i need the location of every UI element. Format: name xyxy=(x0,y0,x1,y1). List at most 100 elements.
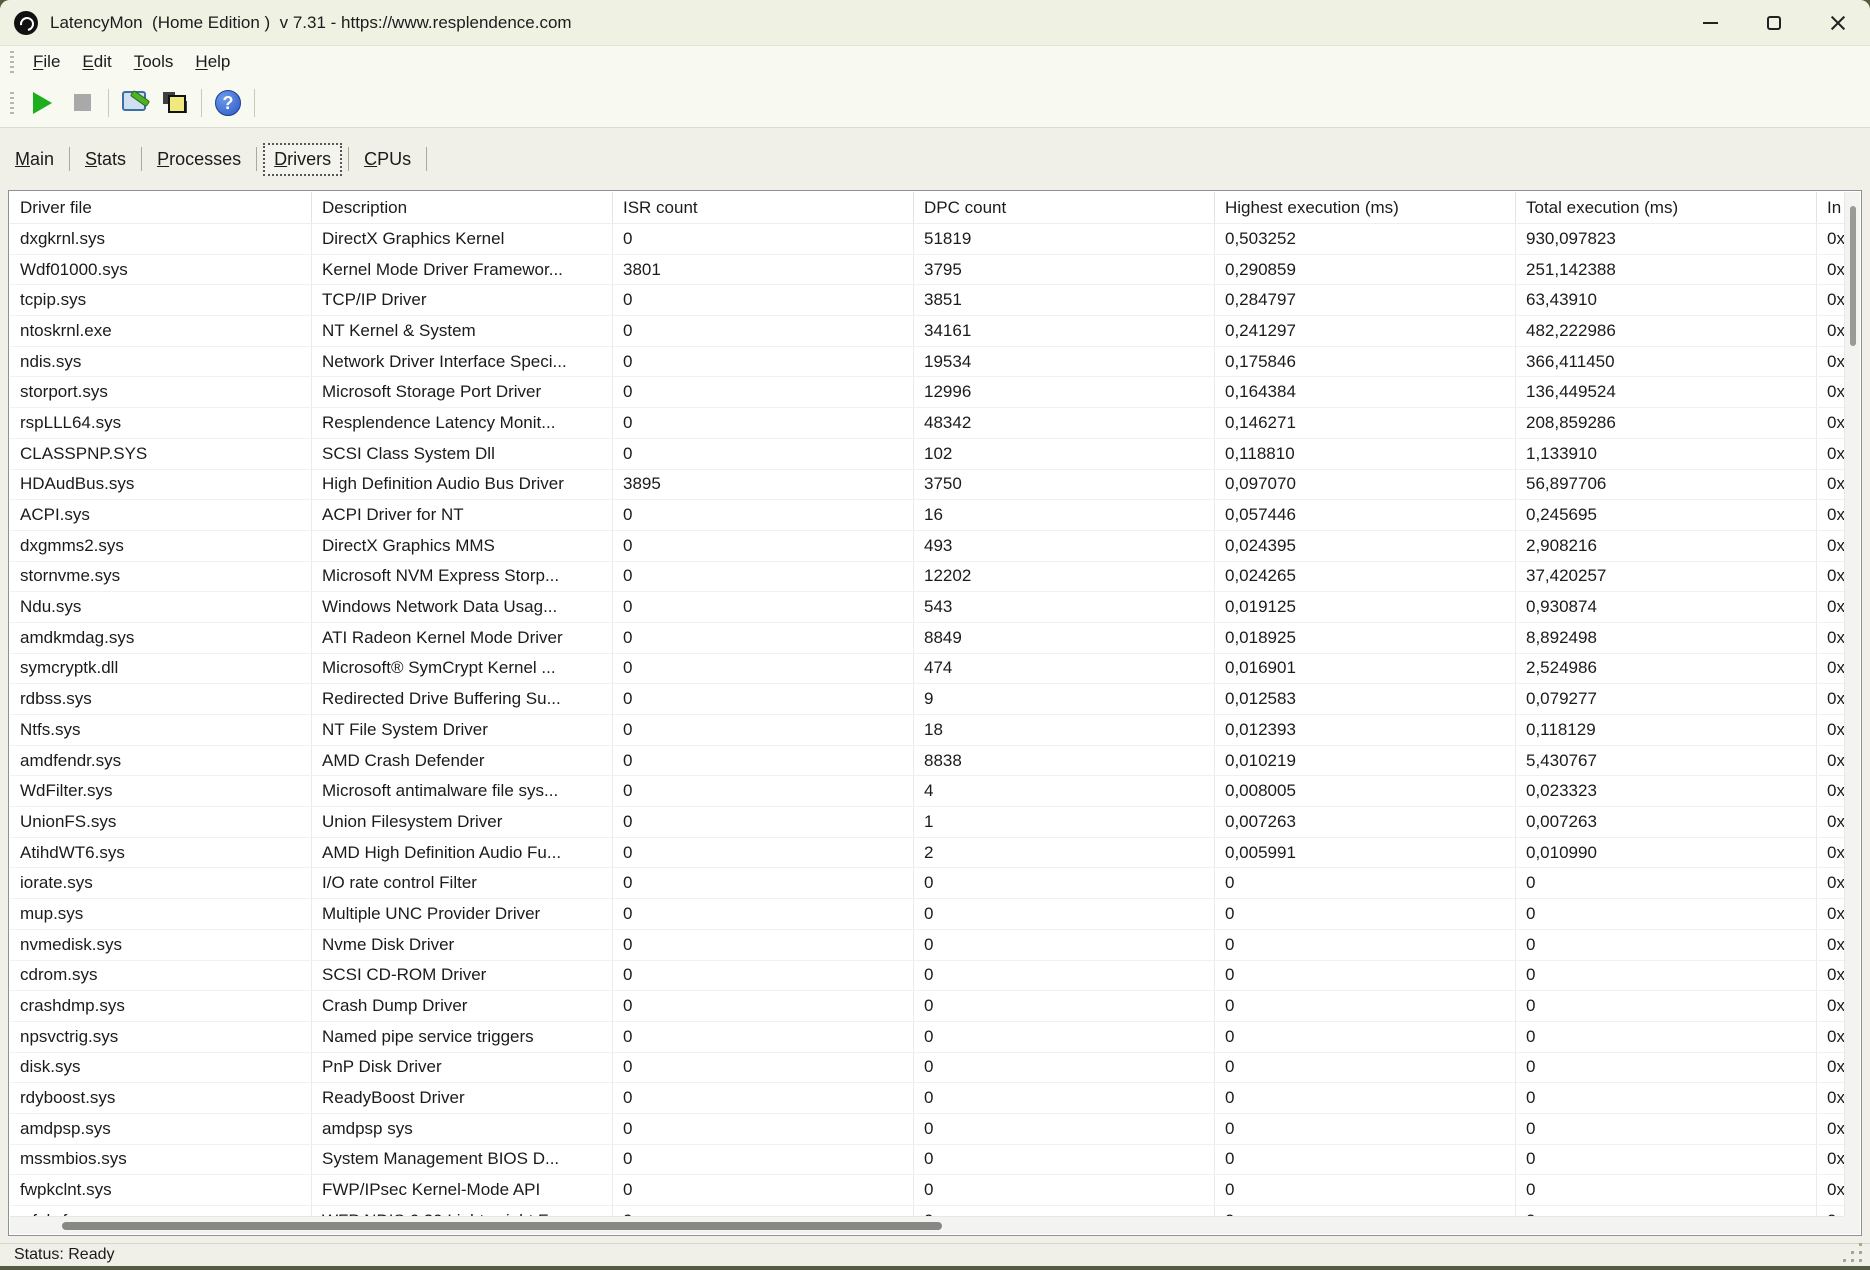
cell-highest-execution-ms: 0,024395 xyxy=(1215,530,1516,561)
cell-dpc-count: 0 xyxy=(914,1113,1215,1144)
cell-driver-file: iorate.sys xyxy=(10,868,312,899)
horizontal-scrollbar[interactable] xyxy=(10,1216,1844,1234)
cell-description: DirectX Graphics Kernel xyxy=(312,224,613,254)
cell-description: Kernel Mode Driver Framewor... xyxy=(312,254,613,285)
menu-help[interactable]: Help xyxy=(184,52,241,72)
cell-driver-file: cdrom.sys xyxy=(10,960,312,991)
options-button[interactable] xyxy=(115,84,155,122)
tab-drivers[interactable]: Drivers xyxy=(263,142,343,176)
cell-total-execution-ms: 0,245695 xyxy=(1516,500,1817,530)
table-row[interactable]: nvmedisk.sys Nvme Disk Driver 0 0 0 0 0x xyxy=(10,929,1860,961)
minimize-icon xyxy=(1702,21,1718,24)
menu-edit[interactable]: Edit xyxy=(71,52,122,72)
table-row[interactable]: mssmbios.sys System Management BIOS D... 0… xyxy=(10,1144,1860,1176)
menu-file[interactable]: File xyxy=(22,52,71,72)
copy-icon xyxy=(162,90,188,116)
table-row[interactable]: rdbss.sys Redirected Drive Buffering Su..… xyxy=(10,684,1860,715)
toolbar-separator xyxy=(108,88,109,117)
table-row[interactable]: stornvme.sys Microsoft NVM Express Storp.… xyxy=(10,561,1860,593)
latencymon-window: LatencyMon (Home Edition ) v 7.31 - http… xyxy=(0,0,1870,1266)
table-row[interactable]: ACPI.sys ACPI Driver for NT 0 16 0,057446 0,2… xyxy=(10,500,1860,531)
table-row[interactable]: fwpkclnt.sys FWP/IPsec Kernel-Mode API 0 0 0… xyxy=(10,1175,1860,1206)
table-row[interactable]: HDAudBus.sys High Definition Audio Bus Dr… xyxy=(10,469,1860,501)
table-row[interactable]: storport.sys Microsoft Storage Port Drive… xyxy=(10,377,1860,409)
table-row[interactable]: Wdf01000.sys Kernel Mode Driver Framewor.… xyxy=(10,254,1860,286)
maximize-button[interactable] xyxy=(1742,0,1806,45)
table-row[interactable]: UnionFS.sys Union Filesystem Driver 0 1 0,00… xyxy=(10,807,1860,838)
menu-tools[interactable]: Tools xyxy=(123,52,185,72)
help-button[interactable]: ? xyxy=(208,84,248,122)
cell-description: Windows Network Data Usag... xyxy=(312,592,613,622)
cell-dpc-count: 12996 xyxy=(914,377,1215,408)
cell-highest-execution-ms: 0 xyxy=(1215,1113,1516,1144)
cell-description: AMD Crash Defender xyxy=(312,745,613,776)
cell-highest-execution-ms: 0 xyxy=(1215,1052,1516,1083)
status-bar: Status: Ready xyxy=(0,1243,1870,1266)
cell-isr-count: 0 xyxy=(613,561,914,592)
cell-description: NT Kernel & System xyxy=(312,316,613,346)
table-row[interactable]: iorate.sys I/O rate control Filter 0 0 0 0 0x xyxy=(10,868,1860,900)
table-row[interactable]: crashdmp.sys Crash Dump Driver 0 0 0 0 0x xyxy=(10,991,1860,1022)
table-row[interactable]: ntoskrnl.exe NT Kernel & System 0 34161 0,24… xyxy=(10,316,1860,347)
vertical-scrollbar[interactable] xyxy=(1844,192,1860,1216)
table-row[interactable]: Ndu.sys Windows Network Data Usag... 0 543 0… xyxy=(10,592,1860,623)
tab-processes[interactable]: Processes xyxy=(142,143,256,176)
cell-highest-execution-ms: 0,005991 xyxy=(1215,837,1516,868)
column-header-description[interactable]: Description xyxy=(312,192,613,223)
table-row[interactable]: ndis.sys Network Driver Interface Speci..… xyxy=(10,346,1860,378)
cell-description: AMD High Definition Audio Fu... xyxy=(312,837,613,868)
cell-dpc-count: 9 xyxy=(914,684,1215,714)
table-row[interactable]: mup.sys Multiple UNC Provider Driver 0 0 0 0 0… xyxy=(10,899,1860,930)
column-header-driver-file[interactable]: Driver file xyxy=(10,192,312,223)
table-row[interactable]: amdfendr.sys AMD Crash Defender 0 8838 0,010… xyxy=(10,745,1860,777)
table-row[interactable]: disk.sys PnP Disk Driver 0 0 0 0 0x xyxy=(10,1052,1860,1084)
table-row[interactable]: AtihdWT6.sys AMD High Definition Audio Fu… xyxy=(10,837,1860,869)
cell-highest-execution-ms: 0,118810 xyxy=(1215,438,1516,469)
table-row[interactable]: symcryptk.dll Microsoft® SymCrypt Kernel … xyxy=(10,653,1860,685)
table-row[interactable]: amdpsp.sys amdpsp sys 0 0 0 0 0x xyxy=(10,1113,1860,1145)
table-row[interactable]: WdFilter.sys Microsoft antimalware file s… xyxy=(10,776,1860,808)
column-header-isr-count[interactable]: ISR count xyxy=(613,192,914,223)
horizontal-scrollbar-thumb[interactable] xyxy=(62,1222,942,1230)
cell-isr-count: 0 xyxy=(613,285,914,316)
cell-isr-count: 0 xyxy=(613,224,914,254)
cell-isr-count: 0 xyxy=(613,1052,914,1083)
cell-highest-execution-ms: 0 xyxy=(1215,991,1516,1021)
table-row[interactable]: dxgmms2.sys DirectX Graphics MMS 0 493 0,024… xyxy=(10,530,1860,562)
column-header-dpc-count[interactable]: DPC count xyxy=(914,192,1215,223)
column-header-highest-execution-ms[interactable]: Highest execution (ms) xyxy=(1215,192,1516,223)
cell-isr-count: 0 xyxy=(613,438,914,469)
tab-main[interactable]: Main xyxy=(0,143,69,176)
cell-total-execution-ms: 136,449524 xyxy=(1516,377,1817,408)
cell-highest-execution-ms: 0,010219 xyxy=(1215,745,1516,776)
cell-driver-file: Wdf01000.sys xyxy=(10,254,312,285)
table-row[interactable]: Ntfs.sys NT File System Driver 0 18 0,012393… xyxy=(10,715,1860,746)
copy-report-button[interactable] xyxy=(155,84,195,122)
column-header-total-execution-ms[interactable]: Total execution (ms) xyxy=(1516,192,1817,223)
toolbar-separator xyxy=(201,88,202,117)
table-row[interactable]: tcpip.sys TCP/IP Driver 0 3851 0,284797 63,43… xyxy=(10,285,1860,317)
table-row[interactable]: wfplwfs.sysWFP NDIS 6.30 Lightweight F..… xyxy=(10,1206,1860,1216)
tab-cpus[interactable]: CPUs xyxy=(349,143,426,176)
cell-dpc-count: 102 xyxy=(914,438,1215,469)
table-row[interactable]: amdkmdag.sys ATI Radeon Kernel Mode Drive… xyxy=(10,622,1860,654)
cell-highest-execution-ms: 0 xyxy=(1215,868,1516,899)
start-monitoring-button[interactable] xyxy=(22,84,62,122)
table-row[interactable]: rspLLL64.sys Resplendence Latency Monit..… xyxy=(10,408,1860,439)
table-row[interactable]: rdyboost.sys ReadyBoost Driver 0 0 0 0 0x xyxy=(10,1083,1860,1114)
table-row[interactable]: dxgkrnl.sys DirectX Graphics Kernel 0 51819… xyxy=(10,224,1860,255)
tab-stats[interactable]: Stats xyxy=(70,143,141,176)
stop-monitoring-button[interactable] xyxy=(62,84,102,122)
cell-isr-count: 0 xyxy=(613,960,914,991)
cell-total-execution-ms: 251,142388 xyxy=(1516,254,1817,285)
table-row[interactable]: CLASSPNP.SYS SCSI Class System Dll 0 102 0,1… xyxy=(10,438,1860,470)
minimize-button[interactable] xyxy=(1678,0,1742,45)
resize-grip-icon[interactable] xyxy=(1859,1243,1862,1246)
cell-total-execution-ms: 0 xyxy=(1516,991,1817,1021)
close-button[interactable] xyxy=(1806,0,1870,45)
cell-highest-execution-ms: 0 xyxy=(1215,1021,1516,1052)
table-row[interactable]: npsvctrig.sys Named pipe service triggers… xyxy=(10,1021,1860,1053)
table-row[interactable]: cdrom.sys SCSI CD-ROM Driver 0 0 0 0 0x xyxy=(10,960,1860,992)
cell-total-execution-ms: 0,023323 xyxy=(1516,776,1817,807)
vertical-scrollbar-thumb[interactable] xyxy=(1850,206,1856,346)
